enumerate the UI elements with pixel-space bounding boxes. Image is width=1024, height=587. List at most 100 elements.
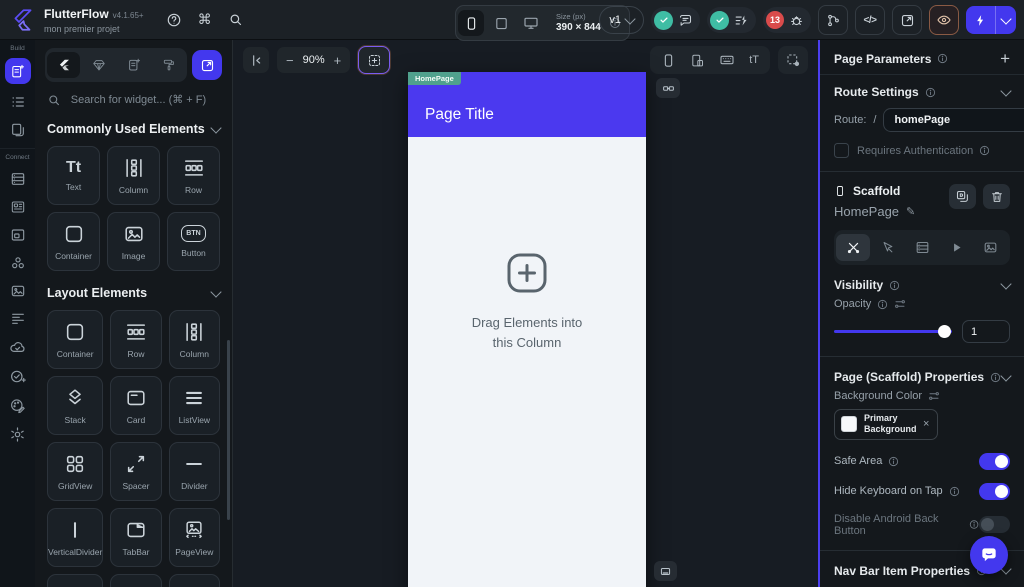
widget-tile-container[interactable]: Container	[47, 212, 100, 271]
device-tablet-button[interactable]	[488, 10, 514, 36]
route-input[interactable]	[883, 108, 1024, 132]
page-tag[interactable]: HomePage	[408, 72, 461, 85]
zoom-out-button[interactable]: −	[286, 54, 294, 67]
info-icon[interactable]	[979, 145, 990, 156]
tab-components[interactable]	[82, 52, 115, 78]
scaffold-name[interactable]: HomePage	[834, 204, 899, 219]
requires-auth-checkbox[interactable]	[834, 143, 849, 158]
widget-tile-wrap[interactable]: Wrap	[168, 574, 220, 587]
project-name[interactable]: mon premier projet	[44, 24, 144, 34]
zoom-in-button[interactable]: +	[334, 54, 342, 67]
device-desktop-button[interactable]	[518, 10, 544, 36]
widget-tile-row[interactable]: Row	[110, 310, 162, 369]
info-icon[interactable]	[990, 372, 1001, 383]
widget-tile-card[interactable]: Card	[110, 376, 162, 435]
nav-app-values-icon[interactable]	[10, 94, 26, 110]
tab-backend[interactable]	[905, 234, 939, 261]
nav-tests-icon[interactable]	[9, 368, 26, 385]
nav-custom-code-icon[interactable]	[10, 122, 26, 138]
nav-media-assets-icon[interactable]	[10, 283, 26, 299]
widget-tile-image[interactable]: Image	[107, 212, 160, 271]
tab-theme-widgets[interactable]	[152, 52, 185, 78]
command-palette-icon[interactable]: ⌘	[198, 11, 212, 28]
panel-resize-handle[interactable]	[818, 40, 820, 587]
info-icon[interactable]	[889, 280, 900, 291]
phone-frame-toggle-icon[interactable]	[661, 53, 676, 68]
safe-area-toggle[interactable]	[979, 452, 1010, 470]
nav-api-calls-icon[interactable]	[10, 311, 26, 327]
opacity-slider[interactable]	[834, 325, 952, 338]
widget-tile-column[interactable]: Column	[168, 310, 220, 369]
widget-panel-scrollbar[interactable]	[227, 340, 230, 520]
nav-database-icon[interactable]	[10, 171, 26, 187]
support-chat-button[interactable]	[970, 536, 1008, 574]
branch-button[interactable]	[818, 5, 848, 35]
edit-name-icon[interactable]: ✎	[906, 205, 915, 218]
phone-mockup[interactable]: HomePage Page Title Drag Elements into t…	[408, 72, 646, 587]
hide-keyboard-toggle[interactable]	[979, 482, 1010, 500]
tab-image[interactable]	[974, 234, 1008, 261]
app-bar[interactable]: HomePage Page Title	[408, 72, 646, 137]
page-properties-header[interactable]: Page (Scaffold) Properties	[834, 369, 1012, 384]
widget-tile-button[interactable]: BTN Button	[167, 212, 220, 271]
text-scale-toggle[interactable]: tT	[749, 54, 759, 66]
info-icon[interactable]	[925, 87, 936, 98]
set-from-variable-icon[interactable]	[928, 390, 940, 402]
section-commonly-used[interactable]: Commonly Used Elements	[47, 121, 222, 136]
preview-button[interactable]	[929, 5, 959, 35]
canvas-ai-button[interactable]	[358, 46, 391, 74]
tab-actions[interactable]	[870, 234, 904, 261]
route-settings-header[interactable]: Route Settings	[834, 84, 1012, 99]
nav-storage-icon[interactable]	[10, 227, 26, 243]
nav-page-builder[interactable]	[4, 58, 31, 84]
info-icon[interactable]	[888, 456, 899, 467]
set-from-variable-icon[interactable]	[894, 298, 906, 310]
add-parameter-button[interactable]: +	[1000, 50, 1010, 67]
widget-tile-gridview[interactable]: GridView	[47, 442, 104, 501]
widget-tile-column[interactable]: Column	[107, 146, 160, 205]
widget-tile-spacer[interactable]: Spacer	[110, 442, 162, 501]
disable-back-toggle[interactable]	[979, 516, 1010, 533]
device-preview-toggle-icon[interactable]	[690, 53, 705, 68]
nav-theme-icon[interactable]	[9, 397, 26, 414]
section-layout-elements[interactable]: Layout Elements	[47, 285, 222, 300]
widget-tile-expandable[interactable]: Expandable	[110, 574, 162, 587]
info-icon[interactable]	[969, 519, 979, 530]
search-icon[interactable]	[228, 12, 243, 27]
info-icon[interactable]	[877, 299, 888, 310]
widget-tile-stack[interactable]: Stack	[47, 376, 104, 435]
widget-tile-text[interactable]: Tt Text	[47, 146, 100, 205]
page-parameters-header[interactable]: Page Parameters +	[834, 50, 1010, 67]
run-button[interactable]	[966, 6, 1016, 34]
tab-templates[interactable]	[117, 52, 150, 78]
widget-tile-carousel[interactable]: Carousel	[47, 574, 104, 587]
nav-settings-gear-icon[interactable]	[9, 426, 26, 443]
nav-cloud-functions-icon[interactable]	[9, 339, 26, 356]
duplicate-widget-button[interactable]	[949, 184, 976, 209]
delete-widget-button[interactable]	[983, 184, 1010, 209]
help-icon[interactable]	[166, 12, 182, 28]
run-options-dropdown[interactable]	[995, 6, 1016, 34]
page-body-column[interactable]: Drag Elements into this Column	[408, 137, 646, 352]
nav-integrations-icon[interactable]	[10, 255, 26, 271]
widget-tile-listview[interactable]: ListView	[168, 376, 220, 435]
info-icon[interactable]	[937, 53, 948, 64]
widget-tile-container[interactable]: Container	[47, 310, 104, 369]
keyboard-toggle-icon[interactable]	[719, 52, 735, 68]
widget-tile-pageview[interactable]: PageView	[168, 508, 220, 567]
add-widget-icon[interactable]	[503, 249, 551, 297]
widget-search-input[interactable]	[68, 93, 220, 107]
opacity-value-input[interactable]	[962, 320, 1010, 343]
open-widget-palette-button[interactable]	[192, 50, 222, 80]
tab-properties[interactable]	[836, 234, 871, 261]
view-code-button[interactable]: </>	[855, 5, 885, 35]
background-color-chip[interactable]: Primary Background ×	[834, 409, 939, 440]
widget-tile-row[interactable]: Row	[167, 146, 220, 205]
tab-animations[interactable]	[939, 234, 973, 261]
comments-status-group[interactable]	[651, 7, 700, 33]
collapse-panel-button[interactable]	[243, 47, 269, 73]
navigation-connector-button[interactable]	[656, 78, 680, 98]
widget-tile-divider[interactable]: Divider	[168, 442, 220, 501]
canvas-frame-button[interactable]	[654, 561, 677, 581]
appbar-title[interactable]: Page Title	[425, 106, 494, 124]
